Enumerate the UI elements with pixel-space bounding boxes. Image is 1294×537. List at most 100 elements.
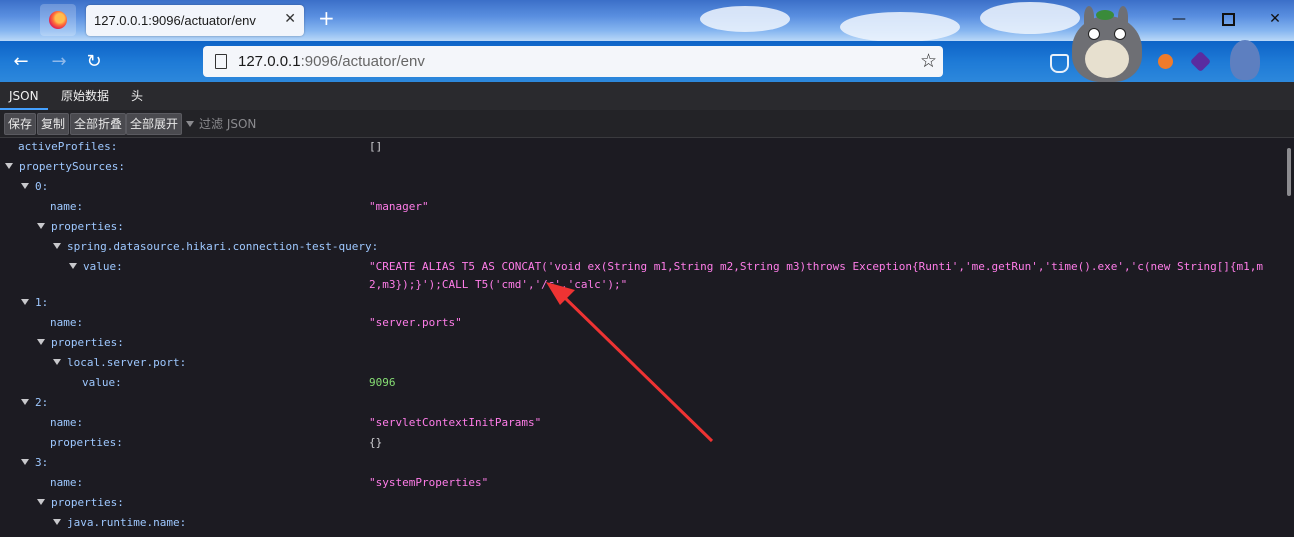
- bookmark-star-icon[interactable]: ☆: [920, 50, 937, 72]
- tab-raw-data[interactable]: 原始数据: [52, 82, 118, 110]
- tab-headers[interactable]: 头: [122, 82, 152, 110]
- json-key: spring.datasource.hikari.connection-test…: [67, 240, 379, 253]
- expand-all-button[interactable]: 全部展开: [126, 113, 183, 135]
- totoro-leaf: [1096, 10, 1114, 20]
- forward-arrow-icon[interactable]: →: [48, 51, 70, 73]
- json-value: "server.ports": [369, 316, 462, 329]
- json-value: "manager": [369, 200, 429, 213]
- expand-toggle-icon[interactable]: [53, 359, 61, 365]
- browser-tab[interactable]: 127.0.0.1:9096/actuator/env ✕: [86, 5, 304, 36]
- json-row[interactable]: value: 9096: [0, 374, 1280, 392]
- json-row[interactable]: name: "systemProperties": [0, 474, 1280, 492]
- filter-icon: [186, 121, 194, 127]
- expand-toggle-icon[interactable]: [37, 499, 45, 505]
- json-row[interactable]: propertySources:: [0, 158, 1280, 176]
- vertical-scrollbar[interactable]: [1285, 138, 1294, 537]
- firefox-menu-button[interactable]: [40, 4, 76, 36]
- json-row[interactable]: properties:: [0, 494, 1280, 512]
- json-key: 3:: [35, 456, 49, 469]
- expand-toggle-icon[interactable]: [21, 399, 29, 405]
- close-window-icon[interactable]: ✕: [1264, 9, 1286, 29]
- json-key: local.server.port:: [67, 356, 187, 369]
- json-row[interactable]: properties: {}: [0, 434, 1280, 452]
- save-button[interactable]: 保存: [4, 113, 37, 135]
- expand-toggle-icon[interactable]: [21, 299, 29, 305]
- totoro-theme-decoration: [1068, 6, 1146, 82]
- json-key: name:: [50, 316, 84, 329]
- json-key: name:: [50, 416, 84, 429]
- firefox-logo-icon: [49, 11, 67, 29]
- tab-title: 127.0.0.1:9096/actuator/env: [94, 13, 256, 28]
- copy-button[interactable]: 复制: [37, 113, 70, 135]
- minimize-icon[interactable]: —: [1168, 9, 1190, 29]
- json-value: []: [369, 140, 383, 153]
- url-bar[interactable]: 127.0.0.1:9096/actuator/env ☆: [203, 46, 943, 77]
- collapse-all-button[interactable]: 全部折叠: [70, 113, 127, 135]
- expand-toggle-icon[interactable]: [21, 459, 29, 465]
- json-row[interactable]: 2:: [0, 394, 1280, 412]
- json-key: value:: [83, 260, 123, 273]
- json-key: name:: [50, 476, 84, 489]
- json-value: "servletContextInitParams": [369, 416, 542, 429]
- close-tab-icon[interactable]: ✕: [284, 11, 296, 27]
- expand-toggle-icon[interactable]: [53, 243, 61, 249]
- scrollbar-thumb[interactable]: [1287, 148, 1291, 196]
- json-row[interactable]: name: "manager": [0, 198, 1280, 216]
- json-row[interactable]: 1:: [0, 294, 1280, 312]
- json-row[interactable]: spring.datasource.hikari.connection-test…: [0, 238, 1280, 256]
- totoro-belly: [1085, 40, 1129, 78]
- json-row[interactable]: properties:: [0, 218, 1280, 236]
- json-row[interactable]: local.server.port:: [0, 354, 1280, 372]
- json-key: name:: [50, 200, 84, 213]
- url-host: 127.0.0.1: [238, 53, 301, 70]
- json-viewer-tabs: JSON 原始数据 头: [0, 82, 1294, 110]
- url-text[interactable]: 127.0.0.1:9096/actuator/env: [238, 53, 425, 70]
- json-key: 2:: [35, 396, 49, 409]
- wallpaper-cloud: [700, 6, 790, 32]
- extension-icon[interactable]: [1158, 54, 1173, 69]
- wallpaper-cloud: [980, 2, 1080, 34]
- json-row[interactable]: name: "servletContextInitParams": [0, 414, 1280, 432]
- extension-icon[interactable]: [1189, 50, 1212, 73]
- pocket-shield-icon[interactable]: [1050, 54, 1069, 73]
- json-value: "systemProperties": [369, 476, 489, 489]
- expand-toggle-icon[interactable]: [21, 183, 29, 189]
- back-arrow-icon[interactable]: ←: [10, 51, 32, 73]
- json-key: value:: [82, 376, 122, 389]
- json-key: java.runtime.name:: [67, 516, 187, 529]
- url-path: :9096/actuator/env: [300, 53, 425, 70]
- json-value: {}: [369, 436, 383, 449]
- reload-icon[interactable]: ↻: [83, 51, 105, 73]
- expand-toggle-icon[interactable]: [37, 223, 45, 229]
- expand-toggle-icon[interactable]: [53, 519, 61, 525]
- json-key: properties:: [51, 496, 124, 509]
- totoro-eye: [1088, 28, 1100, 40]
- json-key: properties:: [50, 436, 123, 449]
- json-key: properties:: [51, 220, 124, 233]
- maximize-icon[interactable]: [1217, 9, 1239, 29]
- payload-value: "CREATE ALIAS T5 AS CONCAT('void ex(Stri…: [369, 260, 1264, 291]
- tab-json[interactable]: JSON: [0, 82, 48, 110]
- expand-toggle-icon[interactable]: [5, 163, 13, 169]
- json-key: properties:: [51, 336, 124, 349]
- json-tree: activeProfiles: [] propertySources: 0: n…: [0, 138, 1294, 537]
- json-row[interactable]: properties:: [0, 334, 1280, 352]
- json-row[interactable]: 0:: [0, 178, 1280, 196]
- json-row[interactable]: java.runtime.name:: [0, 514, 1280, 532]
- expand-toggle-icon[interactable]: [69, 263, 77, 269]
- filter-json-input[interactable]: 过滤 JSON: [186, 115, 256, 132]
- mini-totoro-decoration: [1230, 40, 1260, 80]
- json-row[interactable]: name: "server.ports": [0, 314, 1280, 332]
- json-toolbar: 保存 复制 全部折叠 全部展开 过滤 JSON: [0, 110, 1294, 138]
- json-key: propertySources:: [19, 160, 125, 173]
- expand-toggle-icon[interactable]: [37, 339, 45, 345]
- filter-placeholder: 过滤 JSON: [199, 117, 257, 131]
- page-icon: [215, 54, 227, 69]
- totoro-eye: [1114, 28, 1126, 40]
- new-tab-icon[interactable]: +: [318, 8, 335, 28]
- json-value: 9096: [369, 376, 396, 389]
- json-row[interactable]: 3:: [0, 454, 1280, 472]
- json-key: 0:: [35, 180, 49, 193]
- json-key: activeProfiles:: [18, 140, 118, 153]
- json-row[interactable]: activeProfiles: []: [0, 138, 1280, 156]
